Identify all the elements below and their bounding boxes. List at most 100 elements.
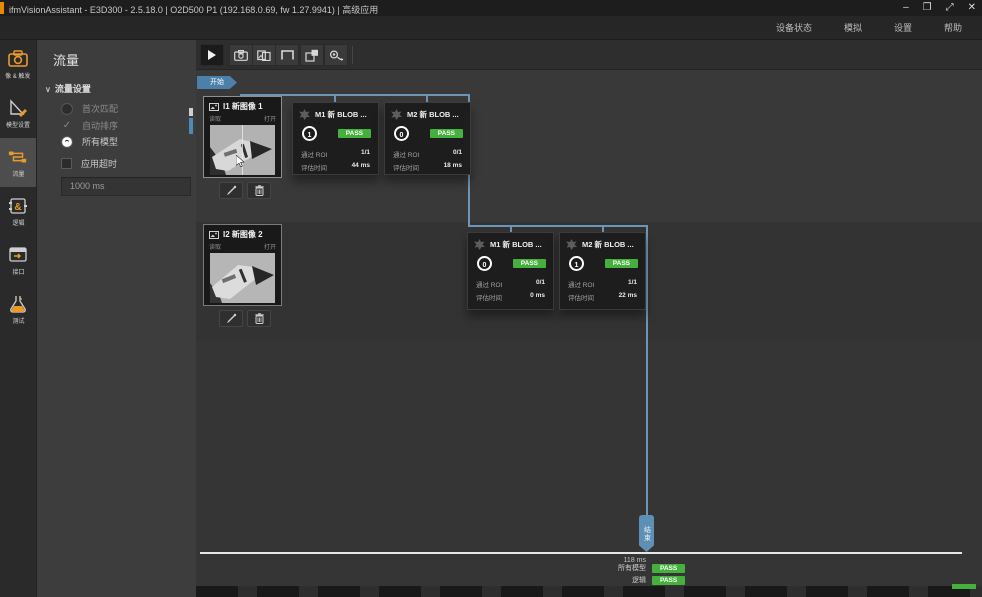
match-count: 0 [394,126,409,141]
node-action-read[interactable]: 读取 [209,114,221,123]
sidebar-item-label: 测试 [12,315,24,324]
sidebar-item-interface[interactable]: 接口 [0,236,36,285]
snapshot-icon [234,50,248,61]
node-action-open[interactable]: 打开 [264,242,276,251]
menu-simulation[interactable]: 模拟 [828,16,878,40]
eval-time-value: 18 ms [444,162,462,172]
filmstrip-pass-marker [952,584,976,589]
eval-time-value: 44 ms [352,162,370,172]
blob-icon [566,239,577,250]
edit-pen-button[interactable] [219,310,243,327]
sidebar-item-image-trigger[interactable]: 像 & 触发 [0,40,36,89]
node-model-m1-top[interactable]: M1 新 BLOB ... 1 PASS 通过 ROI1/1 评估时间44 ms [292,102,379,175]
roi-label: 通过 ROI [393,149,419,159]
roi-label: 通过 ROI [476,279,502,289]
node-title: M2 新 BLOB ... [582,239,634,250]
option-first-match[interactable]: 首次匹配 [61,102,118,115]
timeline-bar [200,552,962,554]
eval-time-value: 0 ms [530,292,545,302]
timeout-input[interactable]: 1000 ms [61,177,191,196]
node-model-m2-top[interactable]: M2 新 BLOB ... 0 PASS 通过 ROI0/1 评估时间18 ms [384,102,471,175]
flow-canvas[interactable]: 开始 I1 新图像 1 读取 打开 [196,70,982,597]
camera-icon [8,50,28,68]
i2-actions [219,310,271,327]
node-action-read[interactable]: 读取 [209,242,221,251]
chevron-down-icon: ∨ [45,85,51,94]
node-image-i1[interactable]: I1 新图像 1 读取 打开 [203,96,282,178]
snapshot-button[interactable] [229,44,253,66]
status-badge: PASS [652,576,685,585]
close-icon[interactable]: ✕ [968,0,976,16]
ifm-logo [0,2,4,14]
minimize-icon[interactable]: – [903,0,909,16]
roi-value: 0/1 [536,279,545,289]
mouse-cursor-icon [236,155,245,167]
maximize-icon[interactable]: ❐ [923,0,932,16]
fullscreen-icon[interactable]: ⤢ [946,0,954,16]
flow-settings-panel: 流量 ∨流量设置 首次匹配 ✓ 自动排序 所有模型 应用超时 1000 ms [36,40,196,597]
sidebar-item-label: 逻辑 [12,217,24,226]
delete-trash-button[interactable] [247,310,271,327]
camera-image-preview [210,125,275,175]
option-app-timeout[interactable]: 应用超时 [61,157,117,170]
ruler-pen-icon [8,99,28,117]
node-title: I2 新图像 2 [223,229,263,240]
interface-window-icon [8,246,28,264]
scrollbar-top[interactable] [189,108,193,116]
match-count: 1 [302,126,317,141]
roi-label: 通过 ROI [568,279,594,289]
node-action-open[interactable]: 打开 [264,114,276,123]
menu-help[interactable]: 帮助 [928,16,978,40]
menu-device-status[interactable]: 设备状态 [760,16,828,40]
flow-connector [468,225,648,227]
image-icon [209,231,219,239]
flow-end-marker: 结束 [639,515,654,552]
flow-end-label: 结束 [642,526,652,542]
output-button[interactable] [324,44,348,66]
roi-value: 1/1 [361,149,370,159]
eval-time-label: 评估时间 [301,162,327,172]
play-button[interactable] [200,44,224,66]
canvas-band [196,340,982,586]
frame-icon [281,50,294,60]
menu-settings[interactable]: 设置 [878,16,928,40]
sidebar-item-model-setup[interactable]: 模型设置 [0,89,36,138]
checkbox-icon[interactable] [61,158,72,169]
sidebar-item-logic[interactable]: & 逻辑 [0,187,36,236]
node-model-m1-bottom[interactable]: M1 新 BLOB ... 0 PASS 通过 ROI0/1 评估时间0 ms [467,232,554,310]
check-icon: ✓ [61,120,73,132]
toolbar-divider [352,46,353,64]
image-filmstrip[interactable] [196,586,982,597]
scrollbar-thumb[interactable] [189,118,193,134]
export-button[interactable] [300,44,324,66]
radio-selected-icon[interactable] [61,136,73,148]
sidebar-item-test[interactable]: 测试 [0,285,36,334]
flow-connector [646,225,648,517]
gallery-button[interactable] [252,44,276,66]
delete-trash-button[interactable] [247,182,271,199]
test-flask-icon [8,295,28,313]
roi-value: 1/1 [628,279,637,289]
match-count: 1 [569,256,584,271]
status-badge: PASS [605,259,638,268]
flow-icon [8,148,28,166]
eval-time-label: 评估时间 [568,292,594,302]
sidebar-item-flow[interactable]: 流量 [0,138,36,187]
option-all-models[interactable]: 所有模型 [61,135,118,148]
gallery-icon [257,50,271,61]
i1-actions [219,182,271,199]
match-count: 0 [477,256,492,271]
option-auto-sort[interactable]: ✓ 自动排序 [61,119,118,132]
frame-button[interactable] [275,44,299,66]
node-title: M2 新 BLOB ... [407,109,459,120]
panel-title: 流量 [53,50,79,69]
edit-pen-button[interactable] [219,182,243,199]
radio-unselected-icon[interactable] [61,103,73,115]
node-image-i2[interactable]: I2 新图像 2 读取 打开 [203,224,282,306]
blob-icon [391,109,402,120]
svg-text:&: & [14,202,21,213]
sidebar-item-label: 模型设置 [6,119,30,128]
sidebar-item-label: 流量 [12,168,24,177]
flow-settings-section-header[interactable]: ∨流量设置 [45,82,91,95]
node-model-m2-bottom[interactable]: M2 新 BLOB ... 1 PASS 通过 ROI1/1 评估时间22 ms [559,232,646,310]
